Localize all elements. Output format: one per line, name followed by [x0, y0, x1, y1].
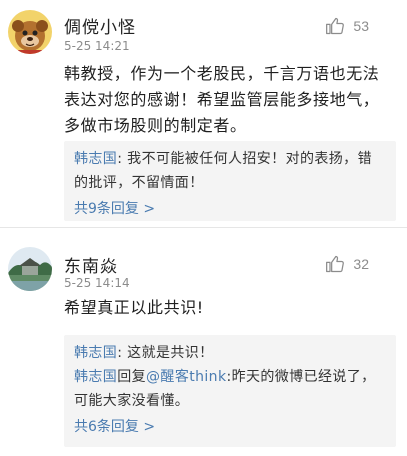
comment-item: 东南焱 5-25 14:14 32 希望真正以此共识! 韩志国: 这就是共识！ … [0, 228, 407, 456]
view-more-replies-link[interactable]: 共6条回复 > [74, 415, 386, 439]
like-count: 53 [353, 18, 369, 34]
like-button[interactable]: 53 [325, 16, 369, 36]
reply-separator: : [117, 151, 128, 167]
username[interactable]: 东南焱 [64, 252, 118, 277]
thumbs-up-icon [326, 17, 345, 35]
comment-timestamp: 5-25 14:14 [64, 276, 130, 290]
thumbs-up-icon [326, 255, 345, 273]
reply-username[interactable]: 韩志国 [74, 369, 117, 385]
reply-prefix: 回复 [117, 369, 147, 385]
reply-item: 韩志国: 我不可能被任何人招安！对的表扬，错的批评，不留情面！ [74, 147, 386, 195]
comment-item: 倜傥小怪 5-25 14:21 53 韩教授，作为一个老股民，千言万语也无法表达… [0, 0, 407, 228]
reply-separator: : [117, 345, 128, 361]
comment-timestamp: 5-25 14:21 [64, 39, 130, 53]
reply-text: 这就是共识！ [127, 345, 214, 361]
mention-link[interactable]: @醒客think [146, 369, 226, 385]
reply-username[interactable]: 韩志国 [74, 345, 117, 361]
comment-text: 韩教授，作为一个老股民，千言万语也无法表达对您的感谢！希望监管层能多接地气，多做… [64, 64, 380, 135]
user-avatar[interactable] [8, 247, 52, 291]
username[interactable]: 倜傥小怪 [64, 13, 136, 38]
reply-box: 韩志国: 我不可能被任何人招安！对的表扬，错的批评，不留情面！ 共9条回复 > [64, 141, 396, 221]
comment-text: 希望真正以此共识! [64, 298, 204, 317]
reply-username[interactable]: 韩志国 [74, 151, 117, 167]
like-button[interactable]: 32 [325, 254, 369, 274]
reply-item: 韩志国回复@醒客think:昨天的微博已经说了，可能大家没看懂。 [74, 365, 386, 413]
view-more-replies-link[interactable]: 共9条回复 > [74, 197, 386, 221]
reply-box: 韩志国: 这就是共识！ 韩志国回复@醒客think:昨天的微博已经说了，可能大家… [64, 335, 396, 447]
like-count: 32 [353, 256, 369, 272]
reply-item: 韩志国: 这就是共识！ [74, 341, 386, 365]
user-avatar[interactable] [8, 10, 52, 54]
